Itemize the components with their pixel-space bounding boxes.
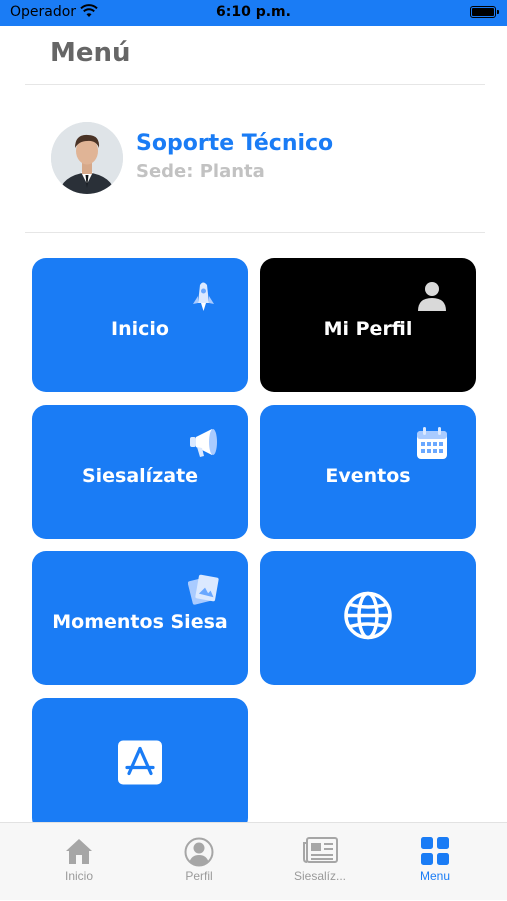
person-icon: [416, 278, 448, 314]
profile-site: Sede: Planta: [136, 161, 265, 182]
grid-icon: [420, 837, 450, 870]
tab-perfil[interactable]: Perfil: [136, 823, 262, 901]
tile-mi-perfil[interactable]: Mi Perfil: [260, 258, 476, 392]
rocket-icon: [188, 278, 220, 314]
globe-icon: [342, 590, 394, 647]
tile-momentos-siesa[interactable]: Momentos Siesa: [32, 551, 248, 685]
tile-mi-perfil-label: Mi Perfil: [323, 318, 413, 340]
profile-divider: [25, 232, 485, 233]
tab-siesalizate-label: Siesalíz...: [293, 869, 347, 883]
tile-eventos-label: Eventos: [325, 465, 411, 487]
tab-inicio[interactable]: Inicio: [16, 823, 142, 901]
page-title: Menú: [50, 38, 131, 68]
battery-icon: [470, 6, 499, 18]
megaphone-icon: [188, 425, 220, 461]
tab-perfil-label: Perfil: [185, 869, 213, 883]
photos-icon: [187, 571, 220, 607]
status-bar: Operador 6:10 p.m.: [0, 0, 507, 26]
header-divider: [25, 84, 485, 85]
home-icon: [64, 837, 94, 870]
profile-name: Soporte Técnico: [136, 131, 334, 156]
tile-siesalizate-label: Siesalízate: [81, 465, 199, 487]
tile-inicio-label: Inicio: [111, 318, 169, 340]
tile-web[interactable]: [260, 551, 476, 685]
app-store-icon: [118, 740, 162, 790]
tab-inicio-label: Inicio: [64, 869, 93, 883]
avatar: [51, 122, 123, 194]
clock: 6:10 p.m.: [216, 4, 291, 20]
tile-eventos[interactable]: Eventos: [260, 405, 476, 539]
tab-menu-label: Menu: [419, 869, 451, 883]
profile-icon: [184, 837, 214, 872]
calendar-icon: [416, 425, 448, 461]
tile-siesalizate[interactable]: Siesalízate: [32, 405, 248, 539]
tab-menu[interactable]: Menu: [372, 823, 498, 901]
tab-siesalizate[interactable]: Siesalíz...: [257, 823, 383, 901]
tile-inicio[interactable]: Inicio: [32, 258, 248, 392]
tile-momentos-siesa-label: Momentos Siesa: [52, 611, 228, 633]
tile-app-store[interactable]: [32, 698, 248, 832]
newspaper-icon: [302, 837, 338, 868]
tab-bar: Inicio Perfil Siesalíz... Menu: [0, 822, 507, 900]
